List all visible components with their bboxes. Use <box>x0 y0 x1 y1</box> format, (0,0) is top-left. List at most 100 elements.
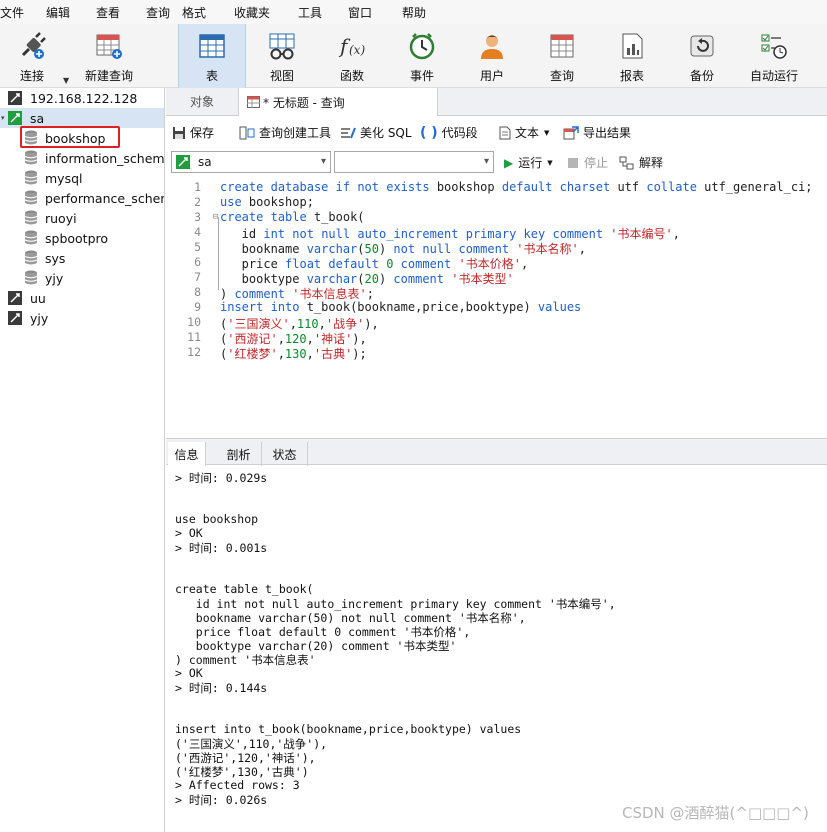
play-icon: ▶ <box>504 155 514 170</box>
view-icon <box>266 30 298 62</box>
connection-icon <box>8 311 22 325</box>
text-button[interactable]: 文本 ▼ <box>499 124 549 141</box>
menu-bar: 文件 编辑 查看 查询 格式 收藏夹 工具 窗口 帮助 <box>0 0 827 24</box>
stop-button[interactable]: 停止 <box>568 154 608 171</box>
tree-db-ruoyi[interactable]: ruoyi <box>0 208 164 228</box>
menu-window[interactable]: 窗口 <box>348 4 372 21</box>
connection-active-icon <box>176 155 190 169</box>
user-button[interactable]: 用户 <box>460 24 524 88</box>
menu-query[interactable]: 查询 <box>146 4 170 21</box>
log-line: > OK <box>175 526 203 540</box>
query-builder-button[interactable]: 查询创建工具 <box>239 124 331 141</box>
export-results-button[interactable]: 导出结果 <box>563 124 631 141</box>
connect-button[interactable]: 连接 <box>0 24 64 88</box>
query-selector-row: sa ▾ ▾ ▶ 运行 ▼ 停止 解释 <box>166 148 827 176</box>
explain-button[interactable]: 解释 <box>619 154 663 171</box>
svg-text:(x): (x) <box>349 43 365 57</box>
database-icon <box>24 150 38 165</box>
tab-objects[interactable]: 对象 <box>166 88 238 115</box>
tree-connection-sa[interactable]: ▾ sa <box>0 108 164 128</box>
query-button[interactable]: 查询 <box>530 24 594 88</box>
automation-button[interactable]: 自动运行 <box>740 24 808 88</box>
connection-icon <box>8 291 22 305</box>
save-button[interactable]: 保存 <box>172 124 214 141</box>
view-button[interactable]: 视图 <box>250 24 314 88</box>
report-button[interactable]: 报表 <box>600 24 664 88</box>
tab-info[interactable]: 信息 <box>168 442 206 466</box>
connect-dropdown-icon[interactable]: ▼ <box>63 76 69 85</box>
tree-db-yjy[interactable]: yjy <box>0 268 164 288</box>
menu-file[interactable]: 文件 <box>0 4 24 21</box>
run-dropdown-icon: ▼ <box>547 158 553 167</box>
result-tabs: 信息 剖析 状态 <box>166 438 827 466</box>
beautify-sql-button[interactable]: 美化 SQL <box>340 124 412 141</box>
menu-format[interactable]: 格式 <box>182 4 206 21</box>
tree-db-spbootpro[interactable]: spbootpro <box>0 228 164 248</box>
export-icon <box>563 125 579 140</box>
code-line-3: create table t_book( <box>220 210 365 224</box>
log-line: use bookshop <box>175 512 259 526</box>
log-line: > 时间: 0.001s <box>175 541 268 555</box>
chevron-down-icon: ▾ <box>483 156 489 167</box>
snippet-icon: ( ) <box>420 124 438 141</box>
tab-status[interactable]: 状态 <box>262 442 308 466</box>
query-toolbar: 保存 查询创建工具 美化 SQL ( ) 代码段 文本 ▼ 导出结果 <box>166 118 827 146</box>
plug-icon <box>16 30 48 62</box>
menu-favorites[interactable]: 收藏夹 <box>234 4 270 21</box>
log-line: insert into t_book(bookname,price,bookty… <box>175 722 522 736</box>
report-icon <box>616 30 648 62</box>
code-line-2: use bookshop; <box>220 195 314 209</box>
expanded-icon[interactable]: ▾ <box>1 114 5 122</box>
table-button[interactable]: 表 <box>178 24 246 88</box>
backup-icon <box>686 30 718 62</box>
clock-icon <box>406 30 438 62</box>
connection-tree: 192.168.122.128 ▾ sa bookshop informatio… <box>0 88 165 832</box>
main-toolbar: 连接 ▼ 新建查询 表 视图 f (x) 函数 事件 用户 查询 报表 备份 自… <box>0 24 827 88</box>
beautify-icon <box>340 126 356 140</box>
menu-help[interactable]: 帮助 <box>402 4 426 21</box>
text-dropdown-icon: ▼ <box>544 128 550 137</box>
query-icon <box>546 30 578 62</box>
tree-db-information-schema[interactable]: information_schema <box>0 148 164 168</box>
run-button[interactable]: ▶ 运行 ▼ <box>504 154 553 171</box>
database-icon <box>24 130 38 145</box>
backup-button[interactable]: 备份 <box>670 24 734 88</box>
tab-profile[interactable]: 剖析 <box>216 442 262 466</box>
log-line: > 时间: 0.029s <box>175 471 268 485</box>
menu-edit[interactable]: 编辑 <box>46 4 70 21</box>
tree-server-node[interactable]: 192.168.122.128 <box>0 88 164 108</box>
database-icon <box>24 270 38 285</box>
database-select[interactable]: ▾ <box>334 151 494 173</box>
log-line: > OK <box>175 666 203 680</box>
database-icon <box>24 190 38 205</box>
connection-icon <box>8 91 22 105</box>
menu-view[interactable]: 查看 <box>96 4 120 21</box>
tree-connection-uu[interactable]: uu <box>0 288 164 308</box>
log-line: > Affected rows: 3 <box>175 778 300 792</box>
tree-db-performance-schema[interactable]: performance_schema <box>0 188 164 208</box>
connection-active-icon <box>8 111 22 125</box>
function-button[interactable]: f (x) 函数 <box>320 24 384 88</box>
explain-icon <box>619 156 635 170</box>
tree-db-bookshop[interactable]: bookshop <box>0 128 164 148</box>
tree-connection-yjy[interactable]: yjy <box>0 308 164 328</box>
user-icon <box>476 30 508 62</box>
connection-select[interactable]: sa ▾ <box>171 151 331 173</box>
code-snippet-button[interactable]: ( ) 代码段 <box>420 124 478 141</box>
new-query-button[interactable]: 新建查询 <box>76 24 142 88</box>
menu-tools[interactable]: 工具 <box>298 4 322 21</box>
database-icon <box>24 170 38 185</box>
automation-icon <box>758 30 790 62</box>
database-icon <box>24 210 38 225</box>
new-query-icon <box>93 30 125 62</box>
query-tab-icon <box>247 96 260 108</box>
function-icon: f (x) <box>336 30 368 62</box>
log-line: create table t_book( <box>175 582 314 596</box>
event-button[interactable]: 事件 <box>390 24 454 88</box>
table-icon <box>196 30 228 62</box>
tree-db-sys[interactable]: sys <box>0 248 164 268</box>
tree-db-mysql[interactable]: mysql <box>0 168 164 188</box>
sql-editor[interactable]: 1 2 3 4 5 6 7 8 9 10 11 12 ⊟ create data… <box>166 177 827 437</box>
tab-untitled-query[interactable]: * 无标题 - 查询 <box>238 88 438 116</box>
log-line: > 时间: 0.026s <box>175 793 268 807</box>
